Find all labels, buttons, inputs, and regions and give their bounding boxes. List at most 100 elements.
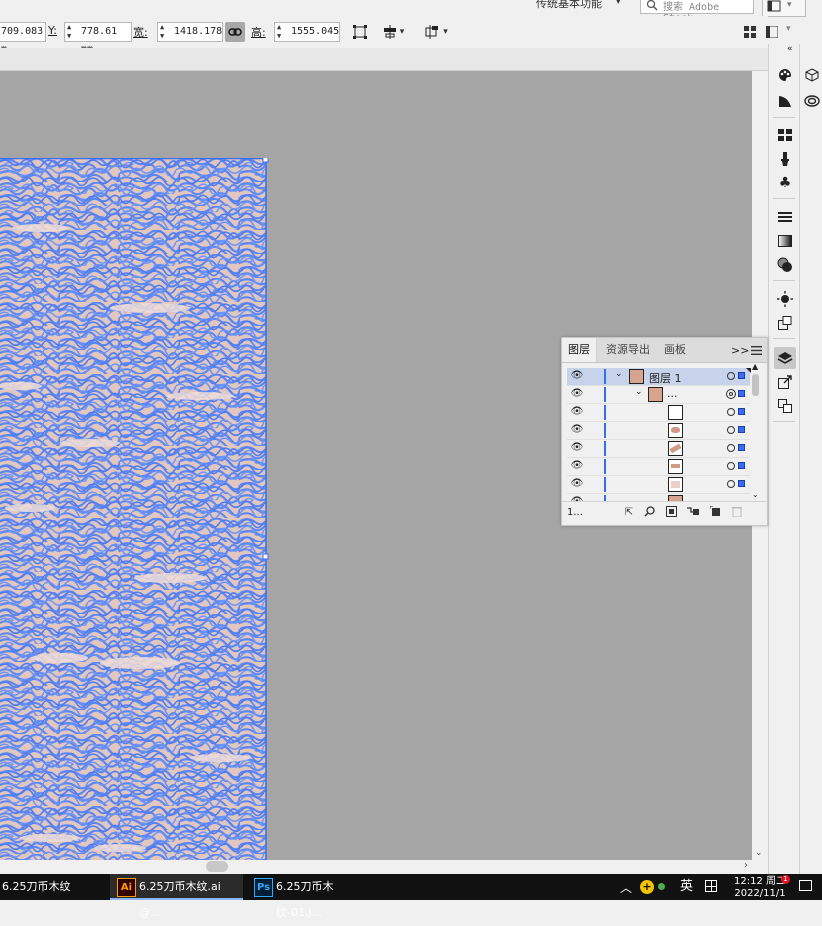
x-field[interactable]: 709.083 m	[0, 22, 46, 55]
scroll-down-arrow[interactable]: ⌄	[755, 848, 763, 858]
brushes-button[interactable]	[774, 148, 796, 170]
scroll-up-arrow[interactable]: ▲	[752, 362, 758, 371]
layer-color-bar	[604, 477, 606, 492]
layers-panel-button[interactable]	[774, 347, 796, 369]
path-row[interactable]: 👁	[567, 422, 750, 440]
illustrator-task-label: 6.25刀币木纹.ai @...	[139, 880, 221, 919]
new-sublayer-icon[interactable]	[686, 506, 700, 520]
stroke-button[interactable]	[774, 206, 796, 228]
ime-indicator[interactable]: 英	[680, 874, 693, 900]
eye-icon[interactable]: 👁	[570, 369, 584, 383]
constrain-proportions-button[interactable]	[225, 22, 245, 42]
y-field[interactable]: ▲▼ 778.61 mm	[64, 22, 132, 55]
network-icon[interactable]	[658, 883, 665, 890]
asset-export-button[interactable]	[774, 371, 796, 393]
swatches-button[interactable]	[774, 124, 796, 146]
artboards-button[interactable]	[774, 395, 796, 417]
clipping-mask-icon[interactable]	[664, 506, 678, 520]
eye-icon[interactable]: 👁	[570, 459, 584, 473]
photoshop-task-label: 6.25刀币木纹-01.j...	[276, 880, 334, 919]
layers-scroll-thumb[interactable]	[752, 374, 759, 396]
selection-indicator[interactable]	[738, 390, 745, 397]
taskbar-item-photoshop[interactable]: Ps 6.25刀币木纹-01.j...	[248, 874, 378, 919]
selection-indicator[interactable]	[738, 408, 745, 415]
layer-name[interactable]: 图层 1	[649, 370, 682, 386]
path-row[interactable]: 👁	[567, 404, 750, 422]
layers-scrollbar[interactable]: ▲ ⌄	[751, 362, 761, 499]
panel-menu-icon[interactable]	[751, 346, 762, 355]
arrange-documents-button[interactable]: ▾	[762, 0, 806, 17]
scroll-right-arrow[interactable]: ›	[744, 860, 748, 871]
tab-artboards[interactable]: 画板	[658, 338, 692, 362]
assistant-icon[interactable]: +	[640, 880, 654, 894]
selection-indicator[interactable]	[738, 462, 745, 469]
selection-indicator[interactable]	[738, 480, 745, 487]
layer-color-bar	[604, 387, 606, 402]
eye-icon[interactable]: 👁	[570, 441, 584, 455]
chevron-down-icon[interactable]: ⌄	[635, 387, 643, 397]
path-row[interactable]: 👁	[567, 440, 750, 458]
gradient-button[interactable]	[774, 230, 796, 252]
trash-icon[interactable]	[730, 506, 744, 520]
target-icon[interactable]	[727, 444, 735, 452]
layer-row[interactable]: 👁 ⌄ 图层 1	[567, 368, 751, 386]
panel-menu-button[interactable]: ▾	[762, 22, 802, 42]
expand-tabs-button[interactable]: >>	[731, 344, 749, 357]
export-icon[interactable]: ⇱	[622, 506, 636, 520]
3d-panel-button[interactable]	[801, 64, 822, 86]
selection-indicator[interactable]	[738, 444, 745, 451]
group-row[interactable]: 👁 ⌄ ...	[567, 386, 750, 404]
selection-indicator[interactable]	[738, 372, 745, 379]
scroll-down-arrow[interactable]: ⌄	[752, 490, 759, 499]
selection-indicator[interactable]	[738, 426, 745, 433]
height-value: 1555.045	[291, 26, 340, 37]
target-icon[interactable]	[726, 389, 736, 399]
layers-icon	[777, 352, 793, 364]
locate-object-icon[interactable]	[642, 506, 656, 520]
target-icon[interactable]	[727, 480, 735, 488]
group-name[interactable]: ...	[667, 387, 678, 400]
height-field[interactable]: ▲ ▼ 1555.045	[274, 22, 340, 42]
appearance-button[interactable]	[774, 288, 796, 310]
artwork-wood-grain[interactable]	[0, 158, 270, 860]
grid-options-button[interactable]	[740, 22, 760, 42]
taskbar-item-illustrator[interactable]: Ai 6.25刀币木纹.ai @...	[110, 874, 243, 919]
club-icon: ♣	[778, 175, 792, 191]
chevron-down-icon[interactable]: ⌄	[615, 369, 623, 379]
eye-icon[interactable]: 👁	[570, 387, 584, 401]
graphic-styles-button[interactable]	[774, 312, 796, 334]
transform-button[interactable]	[350, 22, 370, 42]
eye-icon[interactable]: 👁	[570, 423, 584, 437]
width-label: 宽:	[133, 26, 148, 39]
new-layer-icon[interactable]	[708, 505, 722, 520]
width-field[interactable]: ▲ ▼ 1418.178	[157, 22, 223, 42]
arrange-icon	[767, 0, 781, 12]
align-options-button[interactable]: ▾	[378, 22, 408, 42]
eye-icon[interactable]: 👁	[570, 405, 584, 419]
tab-layers[interactable]: 图层	[562, 338, 597, 362]
color-guide-button[interactable]	[774, 90, 796, 112]
color-panel-button[interactable]	[774, 64, 796, 86]
eye-icon[interactable]: 👁	[570, 477, 584, 491]
isolate-options-button[interactable]: ▾	[420, 22, 452, 42]
tab-asset-export[interactable]: 资源导出	[600, 338, 656, 362]
notification-center-icon[interactable]	[799, 880, 812, 891]
stock-search-input[interactable]: 搜索 Adobe Stock	[640, 0, 754, 24]
path-row[interactable]: 👁	[567, 458, 750, 476]
workspace-switcher[interactable]: 传统基本功能 ▾	[536, 0, 626, 13]
taskbar-item-folder[interactable]: 6.25刀币木纹	[2, 874, 71, 900]
horizontal-scrollbar[interactable]: ›	[0, 860, 752, 874]
libraries-button[interactable]	[801, 90, 822, 112]
path-row[interactable]: 👁	[567, 494, 750, 501]
target-icon[interactable]	[727, 408, 735, 416]
symbols-button[interactable]: ♣	[774, 172, 796, 194]
transparency-button[interactable]	[774, 254, 796, 276]
horizontal-scroll-thumb[interactable]	[206, 861, 228, 872]
collapse-dock-icon[interactable]: «	[787, 44, 793, 54]
target-icon[interactable]	[727, 372, 735, 380]
keyboard-grid-icon[interactable]	[705, 880, 717, 892]
path-row[interactable]: 👁	[567, 476, 750, 494]
chevron-up-icon[interactable]: ︿	[620, 879, 632, 896]
target-icon[interactable]	[727, 426, 735, 434]
target-icon[interactable]	[727, 462, 735, 470]
